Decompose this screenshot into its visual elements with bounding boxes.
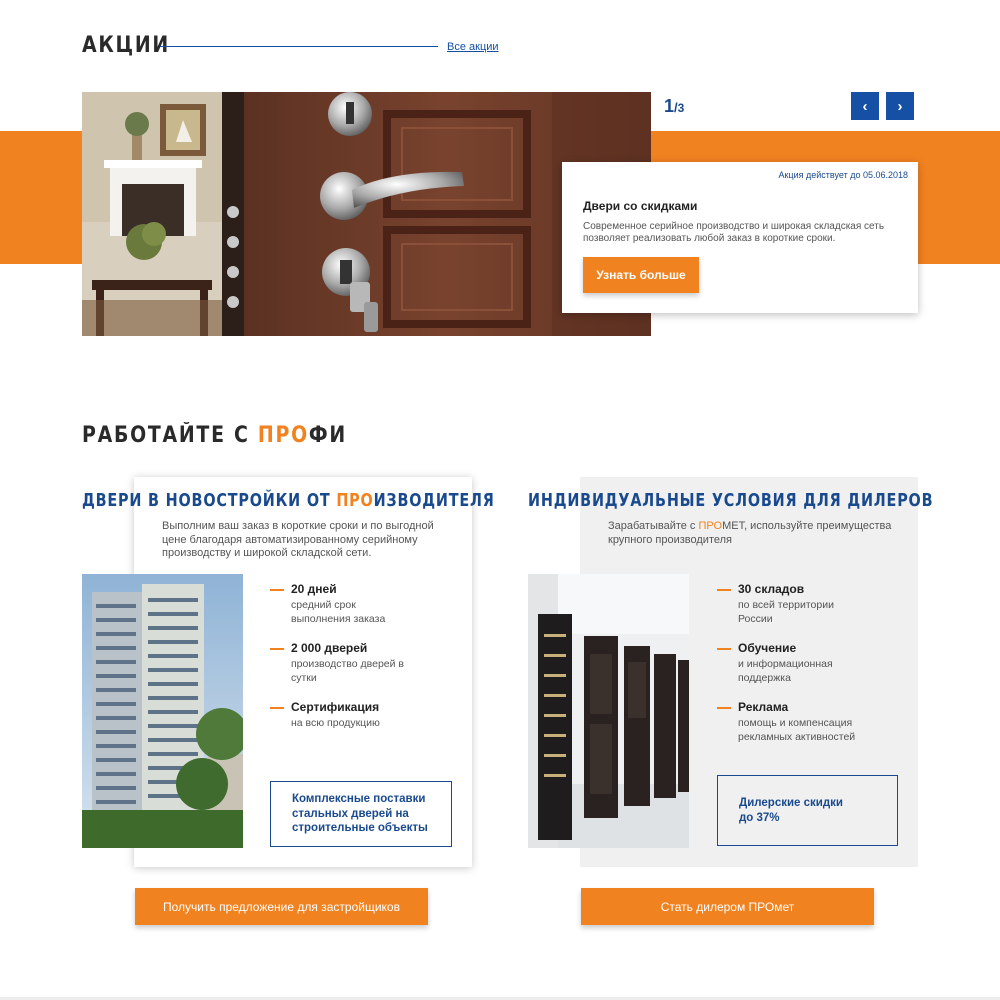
builders-title-after: ИЗВОДИТЕЛЯ: [373, 490, 495, 511]
feature-dash: [270, 589, 284, 591]
chevron-left-icon: ‹: [862, 97, 868, 115]
become-dealer-button[interactable]: Стать дилером ПРОмет: [581, 888, 874, 925]
chevron-right-icon: ›: [897, 97, 903, 115]
feature-dash: [717, 648, 731, 650]
builders-info-box: Комплексные поставки стальных дверей на …: [270, 781, 452, 847]
feature-dash: [270, 707, 284, 709]
feature-dash: [270, 648, 284, 650]
feature-subtitle: по всей территории России: [738, 599, 834, 625]
builders-title: ДВЕРИ В НОВОСТРОЙКИ ОТ ПРОИЗВОДИТЕЛЯ: [82, 490, 495, 511]
feature-dash: [717, 707, 731, 709]
pro-title-before: РАБОТАЙТЕ С: [82, 423, 258, 448]
promotions-title: АКЦИИ: [82, 33, 170, 58]
slider-prev-button[interactable]: ‹: [851, 92, 879, 120]
feature-subtitle: производство дверей в сутки: [291, 658, 404, 684]
feature-subtitle: на всю продукцию: [291, 717, 380, 729]
slider-next-button[interactable]: ›: [886, 92, 914, 120]
promo-card: Акция действует до 05.06.2018 Двери со с…: [562, 162, 918, 313]
builders-title-before: ДВЕРИ В НОВОСТРОЙКИ ОТ: [82, 490, 337, 511]
feature-title: Сертификация: [291, 700, 380, 714]
pro-title-accent: ПРО: [257, 423, 309, 448]
builders-offer-button[interactable]: Получить предложение для застройщиков: [135, 888, 428, 925]
showroom-photo: [528, 574, 689, 848]
promo-heading: Двери со скидками: [583, 199, 698, 213]
dealers-info-box: Дилерские скидки до 37%: [717, 775, 898, 846]
feature-dash: [717, 589, 731, 591]
feature-title: 20 дней: [291, 582, 337, 596]
feature-title: 30 складов: [738, 582, 805, 596]
dealers-title: ИНДИВИДУАЛЬНЫЕ УСЛОВИЯ ДЛЯ ДИЛЕРОВ: [528, 490, 934, 511]
all-promotions-link[interactable]: Все акции: [447, 41, 499, 53]
dealers-desc-accent: ПРО: [698, 520, 723, 532]
slide-counter-total: 3: [677, 101, 685, 115]
dealers-description: Зарабатывайте с ПРОМЕТ, используйте преи…: [608, 520, 898, 547]
learn-more-button[interactable]: Узнать больше: [583, 257, 699, 293]
promo-description: Современное серийное производство и широ…: [583, 221, 885, 244]
feature-title: Реклама: [738, 700, 789, 714]
promo-valid-until: Акция действует до 05.06.2018: [778, 170, 908, 180]
builders-description: Выполним ваш заказ в короткие сроки и по…: [162, 520, 434, 559]
pro-section-title: РАБОТАЙТЕ С ПРОФИ: [82, 423, 347, 448]
feature-subtitle: помощь и компенсация рекламных активност…: [738, 717, 856, 743]
feature-subtitle: и информационная поддержка: [738, 658, 833, 684]
feature-subtitle: средний срок выполнения заказа: [291, 599, 386, 625]
builders-title-accent: ПРО: [336, 490, 374, 511]
feature-title: Обучение: [738, 641, 797, 655]
dealers-desc-before: Зарабатывайте с: [608, 520, 699, 532]
title-divider: [160, 46, 438, 47]
slide-counter: 1/3: [664, 96, 684, 117]
building-photo: [82, 574, 243, 848]
feature-title: 2 000 дверей: [291, 641, 368, 655]
pro-title-after: ФИ: [308, 423, 347, 448]
slide-counter-current: 1: [664, 96, 675, 116]
